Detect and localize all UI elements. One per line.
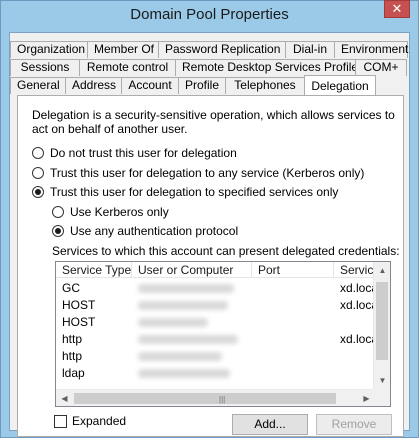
tab-address[interactable]: Address: [65, 77, 122, 94]
column-service-type[interactable]: Service Type: [56, 262, 132, 278]
radio-no-delegation-button[interactable]: [32, 147, 44, 159]
port-cell: [252, 314, 334, 331]
radio-any-protocol-label: Use any authentication protocol: [70, 224, 239, 238]
tab-environment[interactable]: Environment: [334, 41, 408, 58]
redacted-user-cell: [132, 348, 252, 365]
radio-kerberos-only[interactable]: Use Kerberos only: [52, 205, 169, 219]
redacted-user-cell: [132, 280, 252, 297]
redacted-text: [138, 352, 222, 361]
redacted-text: [138, 284, 234, 293]
vertical-scroll-thumb[interactable]: [376, 282, 388, 360]
expanded-label: Expanded: [72, 414, 127, 428]
radio-specified-services-button[interactable]: [32, 186, 44, 198]
tab-organization[interactable]: Organization: [10, 41, 88, 58]
redacted-user-cell: [132, 365, 252, 382]
tab-member-of[interactable]: Member Of: [87, 41, 159, 58]
scroll-left-icon[interactable]: ◀: [56, 390, 73, 406]
radio-specified-services-label: Trust this user for delegation to specif…: [50, 185, 339, 199]
close-button[interactable]: ✕: [384, 0, 410, 18]
service-cell: xd.loca: [340, 332, 374, 346]
radio-no-delegation[interactable]: Do not trust this user for delegation: [32, 146, 237, 160]
tab-account[interactable]: Account: [121, 77, 179, 94]
radio-any-service-button[interactable]: [32, 167, 44, 179]
service-cell: [334, 348, 374, 365]
service-type-cell: HOST: [62, 315, 96, 329]
properties-window: Domain Pool Properties ✕ Organization Me…: [0, 0, 419, 438]
table-row[interactable]: GC xd.loca: [56, 280, 374, 297]
close-icon: ✕: [391, 1, 403, 16]
service-type-cell: GC: [62, 281, 80, 295]
redacted-user-cell: [132, 297, 252, 314]
port-cell: [252, 348, 334, 365]
tab-general[interactable]: General: [10, 77, 66, 94]
tab-row-3: General Address Account Profile Telephon…: [10, 75, 376, 95]
service-type-cell: HOST: [62, 298, 96, 312]
tab-remote-desktop-services-profile[interactable]: Remote Desktop Services Profile: [175, 59, 358, 76]
tab-password-replication[interactable]: Password Replication: [158, 41, 286, 58]
tab-sessions[interactable]: Sessions: [10, 59, 80, 76]
services-list-body: GC xd.loca HOST xd.loca HOST http xd.loca http l…: [56, 280, 374, 382]
service-type-cell: ldap: [62, 366, 85, 380]
delegation-panel: Delegation is a security-sensitive opera…: [17, 95, 404, 437]
port-cell: [252, 365, 334, 382]
service-type-cell: http: [62, 349, 83, 363]
tab-row-2: Sessions Remote control Remote Desktop S…: [10, 59, 407, 76]
table-row[interactable]: http: [56, 348, 374, 365]
scroll-up-icon[interactable]: ▲: [374, 262, 390, 279]
add-button[interactable]: Add...: [232, 414, 308, 435]
scroll-down-icon[interactable]: ▼: [374, 372, 390, 389]
port-cell: [252, 331, 334, 348]
table-row[interactable]: http xd.loca: [56, 331, 374, 348]
vertical-scrollbar[interactable]: ▲ ▼: [373, 262, 390, 389]
horizontal-scrollbar[interactable]: ◀ ||| ▶: [56, 389, 375, 406]
title-bar[interactable]: Domain Pool Properties ✕: [1, 0, 418, 31]
table-row[interactable]: HOST xd.loca: [56, 297, 374, 314]
expanded-checkbox-row[interactable]: Expanded: [54, 414, 126, 428]
scrollbar-corner: [373, 389, 390, 406]
tab-row-1: Organization Member Of Password Replicat…: [10, 41, 408, 58]
radio-specified-services[interactable]: Trust this user for delegation to specif…: [32, 185, 338, 199]
table-row[interactable]: HOST: [56, 314, 374, 331]
horizontal-scroll-thumb[interactable]: |||: [74, 393, 336, 404]
tab-remote-control[interactable]: Remote control: [79, 59, 176, 76]
service-type-cell: http: [62, 332, 83, 346]
tab-delegation[interactable]: Delegation: [304, 75, 376, 95]
redacted-user-cell: [132, 331, 252, 348]
redacted-text: [138, 318, 208, 327]
radio-any-service-label: Trust this user for delegation to any se…: [50, 166, 365, 180]
window-title: Domain Pool Properties: [130, 6, 289, 23]
redacted-text: [138, 369, 230, 378]
tab-telephones[interactable]: Telephones: [225, 77, 305, 94]
port-cell: [252, 297, 334, 314]
service-cell: [334, 365, 374, 382]
port-cell: [252, 280, 334, 297]
radio-no-delegation-label: Do not trust this user for delegation: [50, 146, 237, 160]
column-port[interactable]: Port: [252, 262, 334, 278]
radio-any-protocol-button[interactable]: [52, 225, 64, 237]
radio-kerberos-only-label: Use Kerberos only: [70, 205, 169, 219]
redacted-text: [138, 301, 228, 310]
delegation-description: Delegation is a security-sensitive opera…: [32, 108, 395, 136]
radio-kerberos-only-button[interactable]: [52, 206, 64, 218]
radio-any-service[interactable]: Trust this user for delegation to any se…: [32, 166, 364, 180]
table-row[interactable]: ldap: [56, 365, 374, 382]
grip-icon: |||: [219, 395, 226, 404]
column-user-or-computer[interactable]: User or Computer: [132, 262, 252, 278]
services-list[interactable]: Service Type User or Computer Port Servi…: [55, 261, 391, 407]
tab-com-plus[interactable]: COM+: [355, 59, 407, 76]
tab-dial-in[interactable]: Dial-in: [285, 41, 335, 58]
column-service[interactable]: Service: [334, 262, 374, 278]
service-cell: xd.loca: [340, 298, 374, 312]
redacted-text: [138, 335, 238, 344]
remove-button[interactable]: Remove: [316, 414, 392, 435]
radio-any-protocol[interactable]: Use any authentication protocol: [52, 224, 238, 238]
service-cell: xd.loca: [340, 281, 374, 295]
service-cell: [334, 314, 374, 331]
services-list-label: Services to which this account can prese…: [52, 244, 400, 258]
expanded-checkbox[interactable]: [54, 414, 67, 428]
tab-profile[interactable]: Profile: [178, 77, 226, 94]
services-list-header: Service Type User or Computer Port Servi…: [56, 262, 374, 278]
redacted-user-cell: [132, 314, 252, 331]
